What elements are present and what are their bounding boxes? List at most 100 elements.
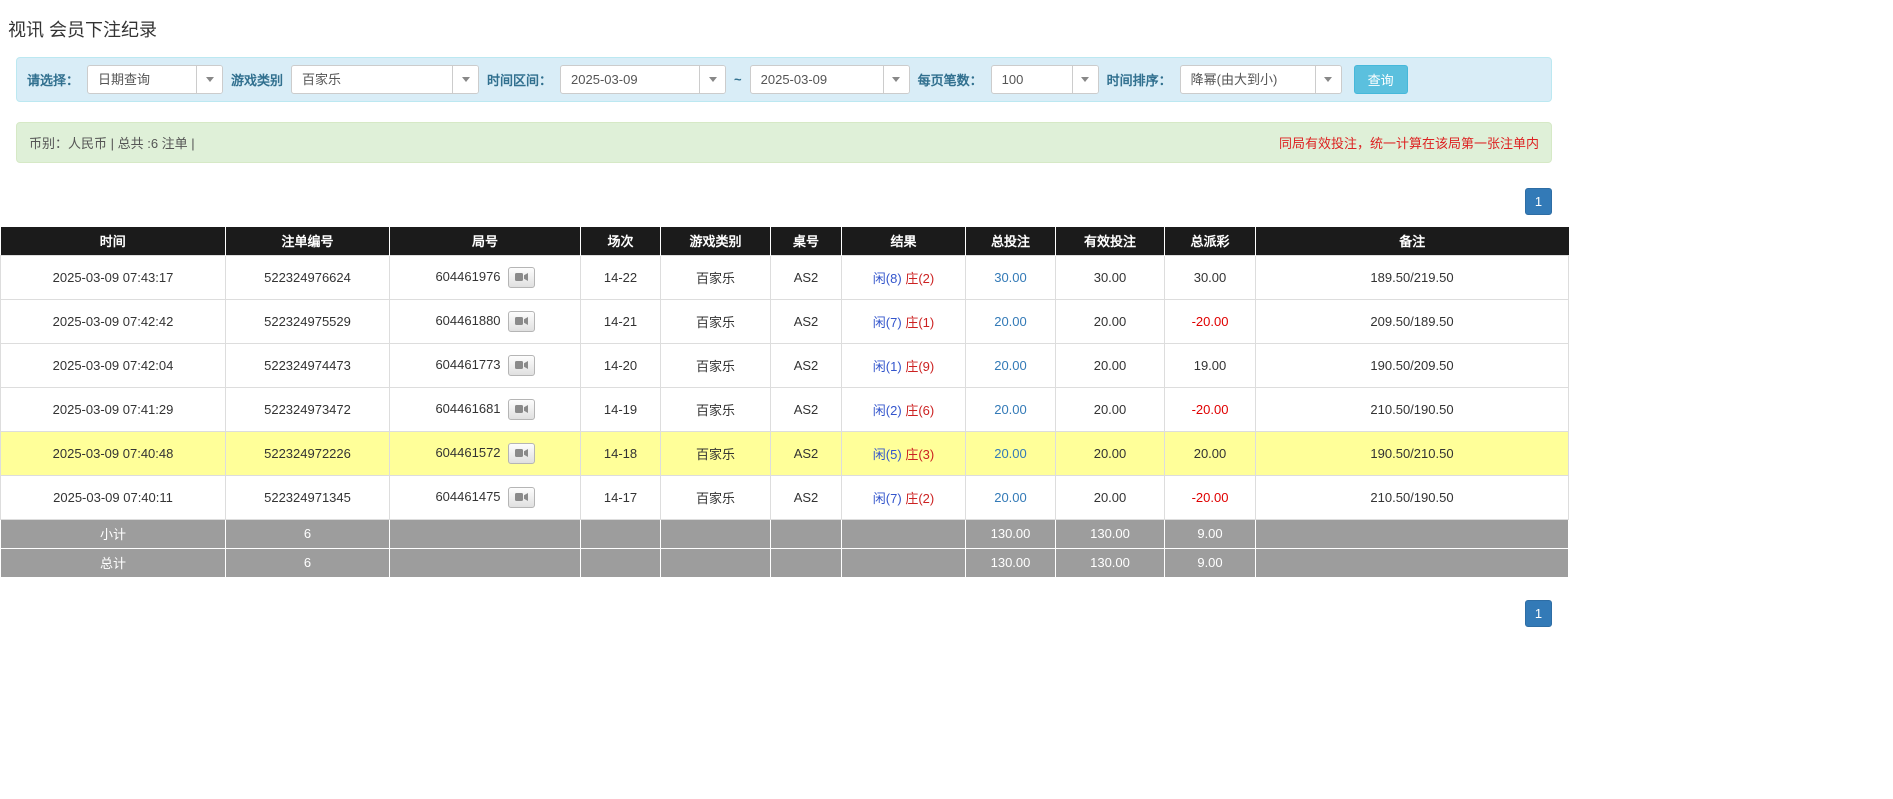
subtotal-payout: 9.00 — [1164, 518, 1256, 549]
cell-total-bet: 20.00 — [965, 430, 1056, 476]
select-type-label: 请选择： — [27, 73, 80, 88]
round-replay-button[interactable] — [507, 310, 535, 332]
date-from-value: 2025-03-09 — [571, 72, 638, 87]
column-header: 场次 — [580, 227, 661, 255]
column-header: 注单编号 — [225, 227, 390, 255]
cell-bet-number: 522324974473 — [225, 342, 390, 388]
column-header: 局号 — [389, 227, 581, 255]
cell-time: 2025-03-09 07:40:11 — [0, 474, 226, 520]
result-banker: 庄(9) — [905, 358, 935, 374]
table-row: 2025-03-09 07:41:29 522324973472 6044616… — [0, 386, 1569, 432]
column-header: 结果 — [841, 227, 966, 255]
cell-bet-number: 522324976624 — [225, 254, 390, 300]
cell-payout: -20.00 — [1164, 386, 1256, 432]
round-number: 604461976 — [435, 268, 501, 284]
round-number: 604461681 — [435, 400, 501, 416]
cell-table-number: AS2 — [770, 342, 842, 388]
cell-bet-number: 522324973472 — [225, 386, 390, 432]
cell-table-number: AS2 — [770, 254, 842, 300]
date-from-picker[interactable]: 2025-03-09 — [560, 65, 727, 94]
subtotal-count: 6 — [225, 518, 390, 549]
cell-result: 闲(7) 庄(1) — [841, 298, 966, 344]
date-to-picker[interactable]: 2025-03-09 — [749, 65, 910, 94]
caret-down-icon[interactable] — [699, 66, 726, 93]
total-count: 6 — [225, 547, 390, 578]
subtotal-valid-bet: 130.00 — [1055, 518, 1165, 549]
result-player: 闲(2) — [872, 402, 902, 418]
round-replay-button[interactable] — [507, 486, 535, 508]
page-1-button[interactable]: 1 — [1525, 599, 1552, 627]
sort-order-dropdown[interactable]: 降幂(由大到小) — [1179, 65, 1342, 94]
column-header: 总投注 — [965, 227, 1056, 255]
table-row: 2025-03-09 07:40:48 522324972226 6044615… — [0, 430, 1569, 476]
cell-total-bet: 20.00 — [965, 342, 1056, 388]
cell-session: 14-19 — [580, 386, 661, 432]
total-bet-link[interactable]: 20.00 — [994, 402, 1027, 417]
page-size-dropdown[interactable]: 100 — [990, 65, 1099, 94]
cell-game-type: 百家乐 — [660, 430, 771, 476]
cell-result: 闲(1) 庄(9) — [841, 342, 966, 388]
cell-result: 闲(8) 庄(2) — [841, 254, 966, 300]
cell-table-number: AS2 — [770, 430, 842, 476]
bet-records-table: 时间 注单编号 局号 场次 游戏类别 桌号 结果 总投注 有效投注 总派彩 备注 2025-03-0… — [0, 227, 1569, 578]
result-banker: 庄(6) — [905, 402, 935, 418]
game-type-label: 游戏类别 — [231, 73, 284, 88]
total-bet-link[interactable]: 20.00 — [994, 446, 1027, 461]
round-number: 604461773 — [435, 356, 501, 372]
video-camera-icon — [514, 361, 528, 369]
caret-down-icon[interactable] — [196, 66, 223, 93]
empty-cell — [660, 518, 771, 549]
cell-table-number: AS2 — [770, 298, 842, 344]
cell-time: 2025-03-09 07:43:17 — [0, 254, 226, 300]
total-bet-link[interactable]: 30.00 — [994, 270, 1027, 285]
page-title: 视讯 会员下注纪录 — [8, 20, 158, 40]
cell-valid-bet: 20.00 — [1055, 474, 1165, 520]
empty-cell — [580, 547, 661, 578]
round-replay-button[interactable] — [507, 442, 535, 464]
cell-time: 2025-03-09 07:42:42 — [0, 298, 226, 344]
cell-valid-bet: 20.00 — [1055, 298, 1165, 344]
cell-note: 209.50/189.50 — [1255, 298, 1569, 344]
total-bet-link[interactable]: 20.00 — [994, 490, 1027, 505]
caret-down-icon[interactable] — [1071, 66, 1098, 93]
round-number: 604461475 — [435, 488, 501, 504]
cell-round-number: 604461773 — [389, 342, 581, 388]
page-1-button[interactable]: 1 — [1525, 188, 1552, 215]
cell-total-bet: 30.00 — [965, 254, 1056, 300]
caret-down-icon[interactable] — [882, 66, 909, 93]
round-number: 604461572 — [435, 444, 501, 460]
round-replay-button[interactable] — [507, 354, 535, 376]
cell-note: 190.50/209.50 — [1255, 342, 1569, 388]
video-camera-icon — [514, 493, 528, 501]
cell-round-number: 604461976 — [389, 254, 581, 300]
round-replay-button[interactable] — [507, 266, 535, 288]
empty-cell — [770, 518, 842, 549]
result-player: 闲(7) — [872, 314, 902, 330]
cell-session: 14-18 — [580, 430, 661, 476]
game-type-dropdown[interactable]: 百家乐 — [291, 65, 480, 94]
caret-down-icon[interactable] — [452, 66, 479, 93]
cell-game-type: 百家乐 — [660, 386, 771, 432]
cell-session: 14-17 — [580, 474, 661, 520]
cell-note: 189.50/219.50 — [1255, 254, 1569, 300]
cell-payout: -20.00 — [1164, 474, 1256, 520]
cell-time: 2025-03-09 07:42:04 — [0, 342, 226, 388]
cell-session: 14-21 — [580, 298, 661, 344]
cell-total-bet: 20.00 — [965, 298, 1056, 344]
cell-round-number: 604461880 — [389, 298, 581, 344]
table-row: 2025-03-09 07:43:17 522324976624 6044619… — [0, 254, 1569, 300]
caret-down-icon[interactable] — [1314, 66, 1341, 93]
cell-game-type: 百家乐 — [660, 474, 771, 520]
round-number: 604461880 — [435, 312, 501, 328]
search-button[interactable]: 查询 — [1353, 65, 1408, 94]
empty-cell — [389, 547, 581, 578]
date-range-separator: ~ — [734, 72, 742, 87]
filter-bar: 请选择： 日期查询 游戏类别 百家乐 时间区间： 2025-03-09 ~ 20… — [16, 57, 1552, 102]
cell-table-number: AS2 — [770, 386, 842, 432]
subtotal-row: 小计 6 130.00 130.00 9.00 — [0, 518, 1569, 549]
page: 视讯 会员下注纪录 请选择： 日期查询 游戏类别 百家乐 时间区间： 2025-… — [0, 0, 1893, 799]
total-bet-link[interactable]: 20.00 — [994, 358, 1027, 373]
total-bet-link[interactable]: 20.00 — [994, 314, 1027, 329]
round-replay-button[interactable] — [507, 398, 535, 420]
select-type-dropdown[interactable]: 日期查询 — [87, 65, 224, 94]
